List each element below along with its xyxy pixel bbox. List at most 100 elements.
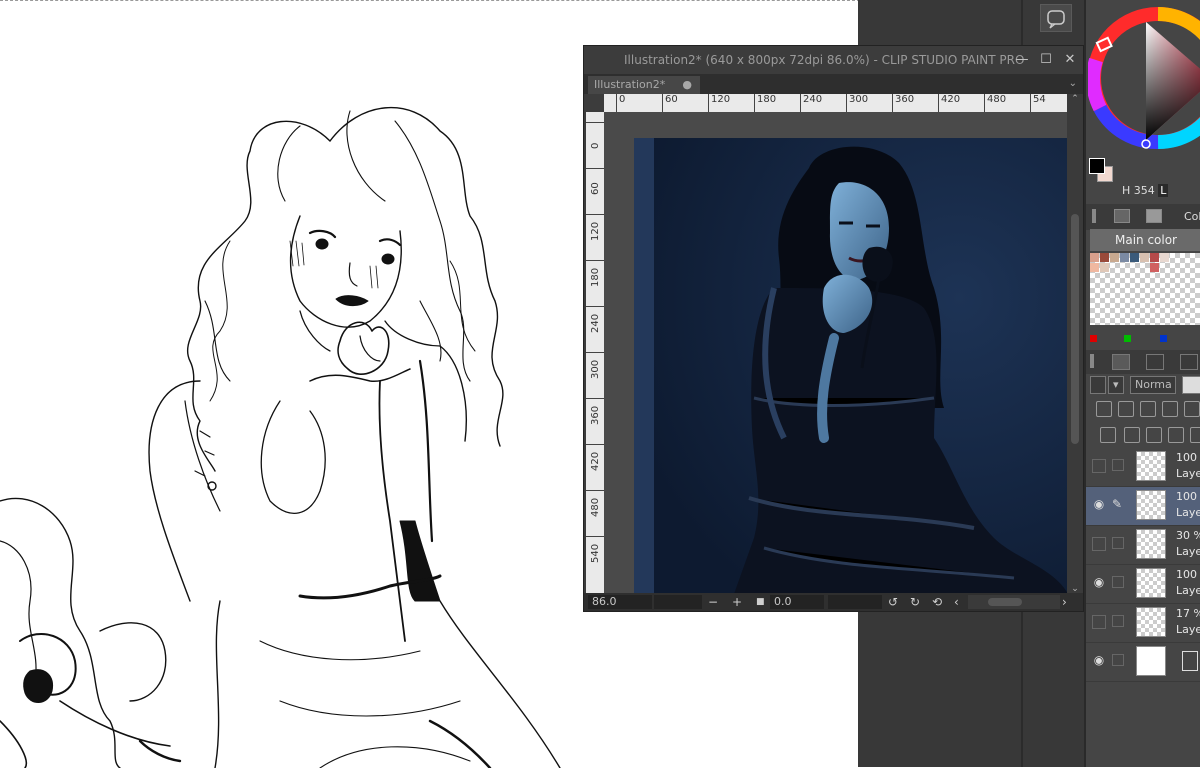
navigator-icon (1047, 10, 1065, 29)
main-color-button[interactable]: Main color (1090, 229, 1200, 251)
reset-rotation-icon[interactable]: ⟲ (932, 593, 942, 611)
minimize-icon[interactable]: — (1011, 46, 1033, 74)
layer-action-row (1086, 424, 1200, 446)
new-folder-icon[interactable] (1146, 427, 1162, 443)
ruler-h-tick: 0 (616, 94, 625, 112)
layer-property-icon[interactable] (1146, 354, 1164, 370)
layer-row[interactable]: ◉ (1086, 643, 1200, 682)
hue-readout: H 354 L (1122, 184, 1169, 197)
horizontal-scrollbar-thumb[interactable] (988, 598, 1022, 606)
ruler-v-tick: 240 (586, 306, 604, 333)
rotation-slider[interactable] (828, 595, 882, 609)
scroll-left-icon[interactable]: ‹ (954, 593, 959, 611)
ruler-h-tick: 120 (708, 94, 730, 112)
transfer-layer-icon[interactable] (1168, 427, 1184, 443)
color-set-palette[interactable] (1090, 253, 1200, 325)
mask-icon[interactable] (1184, 401, 1200, 417)
zoom-out-button[interactable]: − (708, 593, 718, 611)
ruler-h-tick: 180 (754, 94, 776, 112)
close-icon[interactable]: ✕ (1059, 46, 1081, 74)
ruler-h-tick: 480 (984, 94, 1006, 112)
layer-name: Layer (1176, 467, 1200, 480)
layer-option-checkbox[interactable] (1112, 654, 1124, 666)
history-icon[interactable] (1180, 354, 1198, 370)
eye-icon[interactable] (1092, 537, 1106, 551)
clip-icon[interactable] (1096, 401, 1112, 417)
scrollbar-thumb[interactable] (1071, 214, 1079, 444)
color-slider-tab-icon[interactable] (1114, 209, 1130, 223)
scroll-right-icon[interactable]: › (1062, 593, 1067, 611)
navigator-button[interactable] (1040, 4, 1072, 32)
zoom-slider[interactable] (654, 595, 702, 609)
chevron-down-icon[interactable]: ▾ (1108, 376, 1124, 394)
checker-icon[interactable] (1182, 376, 1200, 394)
layer-row[interactable]: 17 % Layer (1086, 604, 1200, 643)
ruler-v-label: 0 (590, 142, 601, 149)
eye-icon[interactable] (1092, 615, 1106, 629)
scroll-up-icon[interactable]: ⌃ (1067, 94, 1083, 104)
hue-value[interactable]: 354 (1134, 184, 1155, 197)
document-tabbar: Illustration2* ● ⌄ (584, 74, 1083, 94)
reference-subwindow[interactable]: Illustration2* (640 x 800px 72dpi 86.0%)… (583, 45, 1084, 612)
maximize-icon[interactable]: ☐ (1035, 46, 1057, 74)
reference-photo (634, 138, 1068, 594)
subwindow-title: Illustration2* (640 x 800px 72dpi 86.0%)… (624, 53, 1025, 67)
ruler-v-label: 360 (590, 405, 601, 425)
eye-icon[interactable]: ◉ (1092, 654, 1106, 666)
layer-row[interactable]: 30 % Layer (1086, 526, 1200, 565)
new-raster-layer-icon[interactable] (1100, 427, 1116, 443)
panel-menu-icon[interactable] (1092, 209, 1096, 223)
layer-option-checkbox[interactable] (1112, 537, 1124, 549)
blend-mode-select[interactable]: Norma (1130, 376, 1176, 394)
zoom-in-button[interactable]: + (732, 593, 742, 611)
rotation-field[interactable]: 0.0 (770, 595, 824, 609)
rotate-left-icon[interactable]: ↺ (888, 593, 898, 611)
layer-name: Layer (1176, 584, 1200, 597)
layer-option-checkbox[interactable] (1112, 615, 1124, 627)
layer-icon[interactable] (1112, 354, 1130, 370)
layer-color-icon[interactable] (1090, 376, 1106, 394)
tab-illustration2[interactable]: Illustration2* ● (588, 76, 700, 94)
horizontal-scrollbar[interactable] (968, 595, 1060, 609)
lock-icon[interactable] (1162, 401, 1178, 417)
tab-modified-dot[interactable]: ● (682, 76, 692, 94)
layer-option-checkbox[interactable] (1112, 576, 1124, 588)
reference-icon[interactable] (1118, 401, 1134, 417)
pen-icon[interactable]: ✎ (1112, 498, 1124, 510)
subwindow-titlebar[interactable]: Illustration2* (640 x 800px 72dpi 86.0%)… (584, 46, 1083, 74)
merge-icon[interactable] (1190, 427, 1200, 443)
ruler-v-tick: 60 (586, 168, 604, 195)
ruler-v-label: 240 (590, 313, 601, 333)
chevron-down-icon[interactable]: ⌄ (1069, 74, 1077, 94)
rotate-right-icon[interactable]: ↻ (910, 593, 920, 611)
color-wheel[interactable] (1088, 0, 1200, 160)
layer-row[interactable]: 100 % Layer (1086, 448, 1200, 487)
ruler-v-label: 120 (590, 221, 601, 241)
color-set-tab-icon[interactable] (1146, 209, 1162, 223)
panel-menu-icon[interactable] (1090, 354, 1094, 368)
layer-thumbnail (1136, 451, 1166, 481)
eye-icon[interactable] (1092, 459, 1106, 473)
ruler-h-tick: 240 (800, 94, 822, 112)
layer-thumbnail (1136, 490, 1166, 520)
layer-thumbnail (1136, 646, 1166, 676)
color-tab-label[interactable]: Color (1184, 210, 1200, 223)
layer-row[interactable]: ◉ 100 % Layer (1086, 565, 1200, 604)
zoom-field[interactable]: 86.0 (588, 595, 652, 609)
eye-icon[interactable]: ◉ (1092, 498, 1106, 510)
layer-option-checkbox[interactable] (1112, 459, 1124, 471)
fit-button[interactable]: ■ (756, 593, 765, 611)
ruler-v-label: 540 (590, 543, 601, 563)
vertical-scrollbar[interactable]: ⌃ ⌄ (1067, 94, 1083, 594)
eye-icon[interactable]: ◉ (1092, 576, 1106, 588)
canvas-viewport[interactable] (604, 112, 1068, 594)
layer-thumbnail (1136, 529, 1166, 559)
layer-opacity: 17 % (1176, 607, 1200, 620)
draft-icon[interactable] (1140, 401, 1156, 417)
layer-row[interactable]: ◉ ✎ 100 % Layer (1086, 487, 1200, 526)
layer-thumbnail (1136, 607, 1166, 637)
main-color-swatch[interactable] (1089, 158, 1105, 174)
new-vector-layer-icon[interactable] (1124, 427, 1140, 443)
ruler-v-label: 480 (590, 497, 601, 517)
ruler-v-tick: 120 (586, 214, 604, 241)
